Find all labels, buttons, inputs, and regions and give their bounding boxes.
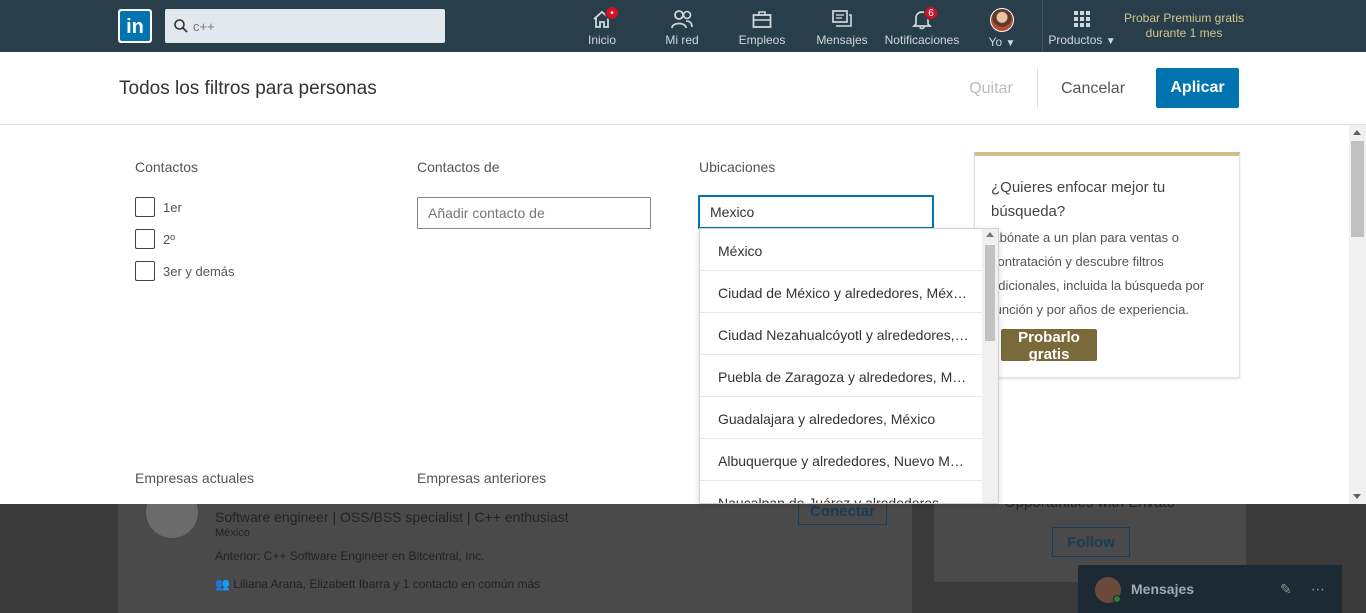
checkbox-2o[interactable]: [135, 229, 155, 249]
chevron-down-icon: ▼: [1105, 36, 1116, 47]
nav-inicio-label: Inicio: [587, 33, 616, 47]
contactos-label: Contactos: [135, 159, 199, 175]
inicio-badge: •: [605, 6, 619, 20]
nav-divider: [1042, 0, 1043, 52]
background-location: México: [215, 527, 250, 539]
nav-notificaciones-label: Notificaciones: [884, 33, 960, 47]
logo-text: in: [120, 11, 150, 41]
more-icon[interactable]: ⋯: [1311, 581, 1325, 598]
scroll-up-icon[interactable]: [1353, 130, 1361, 135]
cancelar-button[interactable]: Cancelar: [1052, 70, 1134, 108]
checkbox-2o-label[interactable]: 2º: [163, 232, 175, 247]
nav-yo-label: Yo: [988, 35, 1003, 49]
suggestion-item[interactable]: Guadalajara y alrededores, México: [700, 397, 982, 439]
nav-mi-red-label: Mi red: [665, 33, 699, 47]
premium-promo-card: ¿Quieres enfocar mejor tu búsqueda? Abón…: [974, 152, 1240, 378]
panel-header: Todos los filtros para personas Quitar C…: [0, 52, 1366, 125]
ubicaciones-input[interactable]: [698, 195, 934, 229]
nav-productos[interactable]: Productos ▼: [1044, 6, 1120, 50]
background-shared: 👥 Liliana Arana, Elizabett Ibarra y 1 co…: [215, 577, 540, 591]
promo-body: Abónate a un plan para ventas o contrata…: [991, 230, 1205, 317]
follow-button: Follow: [1052, 527, 1130, 557]
header-divider: [1037, 68, 1038, 108]
suggestion-item[interactable]: Naucalpan de Juárez y alrededores, Méxic…: [700, 481, 982, 503]
nav-mi-red[interactable]: Mi red: [662, 6, 702, 50]
scroll-down-icon[interactable]: [1353, 494, 1361, 499]
search-input[interactable]: [193, 9, 441, 43]
nav-mensajes-label: Mensajes: [816, 33, 868, 47]
aplicar-button[interactable]: Aplicar: [1156, 68, 1239, 108]
nav-notificaciones[interactable]: 6 Notificaciones: [882, 6, 962, 50]
scroll-up-icon[interactable]: [986, 232, 994, 237]
checkbox-1er-label[interactable]: 1er: [163, 200, 182, 215]
search-icon: [174, 19, 188, 33]
contactos-de-label: Contactos de: [417, 159, 500, 175]
ubicaciones-label: Ubicaciones: [699, 159, 776, 175]
quitar-button[interactable]: Quitar: [962, 70, 1020, 108]
suggestion-item[interactable]: Albuquerque y alrededores, Nuevo México: [700, 439, 982, 481]
premium-line1: Probar Premium gratis: [1123, 11, 1245, 25]
people-icon: 👥: [215, 577, 234, 591]
dropdown-scrollbar[interactable]: [982, 229, 998, 503]
briefcase-icon: [752, 11, 772, 28]
nav-yo[interactable]: Yo ▼: [984, 6, 1020, 50]
location-suggestions-dropdown: México Ciudad de México y alrededores, M…: [699, 228, 999, 504]
all-filters-panel: Todos los filtros para personas Quitar C…: [0, 52, 1366, 504]
nav-inicio[interactable]: • Inicio: [585, 6, 619, 50]
dropdown-scroll-thumb[interactable]: [985, 245, 995, 341]
panel-scrollbar[interactable]: [1349, 125, 1366, 504]
online-status-dot: [1113, 595, 1121, 603]
chevron-down-icon: ▼: [1005, 38, 1016, 49]
suggestion-item[interactable]: México: [700, 229, 982, 271]
probarlo-gratis-button[interactable]: Probarlo gratis: [1001, 329, 1097, 363]
compose-icon[interactable]: ✎: [1280, 581, 1292, 598]
empresas-anteriores-label: Empresas anteriores: [417, 470, 547, 486]
premium-upsell-link[interactable]: Probar Premium gratis durante 1 mes: [1118, 11, 1250, 41]
people-icon: [671, 10, 693, 29]
top-nav: in • Inicio Mi red Empleos Mensajes 6 No…: [0, 0, 1366, 52]
premium-line2: durante 1 mes: [1145, 26, 1223, 40]
empresas-actuales-label: Empresas actuales: [135, 470, 255, 486]
background-previous: Anterior: C++ Software Engineer en Bitce…: [215, 549, 485, 563]
suggestion-item[interactable]: Ciudad de México y alrededores, México: [700, 271, 982, 313]
grid-icon: [1074, 11, 1090, 27]
panel-scroll-thumb[interactable]: [1351, 141, 1364, 237]
suggestion-item[interactable]: Puebla de Zaragoza y alrededores, México: [700, 355, 982, 397]
messages-icon: [832, 10, 852, 27]
nav-productos-label: Productos: [1048, 33, 1103, 47]
nav-empleos[interactable]: Empleos: [737, 6, 787, 50]
search-box[interactable]: [165, 9, 445, 43]
contactos-de-input[interactable]: [417, 197, 651, 229]
checkbox-3er-label[interactable]: 3er y demás: [163, 264, 235, 279]
nav-mensajes[interactable]: Mensajes: [815, 6, 869, 50]
profile-avatar: [990, 8, 1014, 32]
suggestion-item[interactable]: Ciudad Nezahualcóyotl y alrededores, Méx…: [700, 313, 982, 355]
checkbox-3er[interactable]: [135, 261, 155, 281]
notificaciones-badge: 6: [924, 6, 938, 20]
background-shared-text: Liliana Arana, Elizabett Ibarra y 1 cont…: [233, 577, 541, 591]
page-title: Todos los filtros para personas: [119, 78, 377, 99]
checkbox-1er[interactable]: [135, 197, 155, 217]
background-headline: Software engineer | OSS/BSS specialist |…: [215, 509, 569, 525]
nav-productos-label-wrap: Productos ▼: [1044, 33, 1120, 47]
nav-empleos-label: Empleos: [738, 33, 786, 47]
nav-yo-label-wrap: Yo ▼: [984, 35, 1020, 49]
linkedin-logo[interactable]: in: [118, 9, 152, 43]
promo-title: ¿Quieres enfocar mejor tu búsqueda?: [991, 179, 1166, 220]
messaging-label: Mensajes: [1131, 581, 1195, 597]
